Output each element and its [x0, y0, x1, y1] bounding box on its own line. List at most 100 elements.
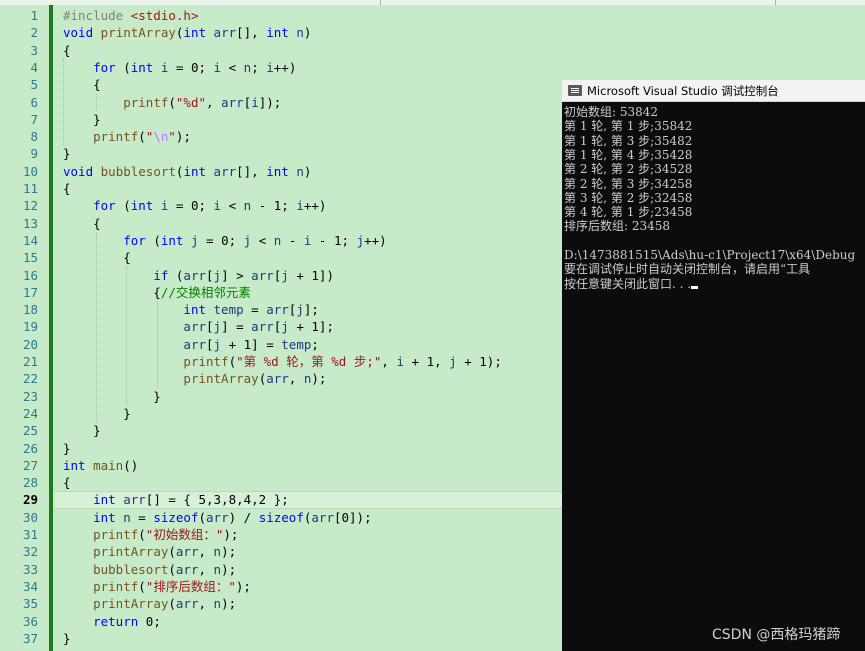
code-token: printArray	[93, 544, 169, 560]
code-token: (	[228, 354, 237, 369]
code-line[interactable]: printArray(arr, n);	[63, 595, 236, 612]
indent-guide	[156, 301, 158, 388]
code-line[interactable]: printf("初始数组：");	[63, 526, 238, 543]
line-number: 5	[30, 77, 38, 93]
code-token: (	[168, 596, 176, 612]
code-line[interactable]: void bubblesort(int arr[], int n)	[63, 163, 311, 180]
code-line[interactable]: int n = sizeof(arr) / sizeof(arr[0]);	[63, 509, 372, 526]
code-token: ) /	[228, 509, 259, 525]
code-line[interactable]: }	[63, 422, 101, 439]
code-token: n	[213, 561, 222, 577]
code-line[interactable]: {//交换相邻元素	[63, 284, 251, 301]
code-line[interactable]: for (int j = 0; j < n - i - 1; j++)	[63, 232, 387, 249]
code-line[interactable]: {	[63, 42, 71, 59]
line-number: 17	[22, 284, 38, 300]
code-line[interactable]: }	[63, 111, 101, 128]
code-token: n	[296, 163, 304, 179]
code-line[interactable]: for (int i = 0; i < n; i++)	[63, 59, 296, 76]
code-line[interactable]: #include <stdio.h>	[63, 7, 198, 24]
code-token: "%d"	[175, 94, 207, 110]
code-token: printf	[123, 94, 169, 110]
line-number: 13	[22, 215, 38, 231]
code-token: ]);	[258, 94, 282, 110]
code-text-area[interactable]: #include <stdio.h> void printArray(int ar…	[55, 5, 562, 651]
code-line[interactable]: }	[63, 145, 71, 162]
debug-console-window[interactable]: Microsoft Visual Studio 调试控制台 初始数组: 5384…	[562, 80, 865, 651]
code-token: + 1);	[456, 354, 502, 369]
console-line-text: 第 2 轮, 第 2 步;34528	[564, 162, 693, 177]
code-token: arr	[175, 561, 199, 577]
code-token: );	[221, 544, 237, 560]
code-token: )	[303, 25, 312, 41]
code-token: =	[130, 509, 154, 525]
code-line[interactable]: int main()	[63, 457, 138, 474]
code-line[interactable]: int temp = arr[j];	[63, 301, 319, 318]
code-token: (	[168, 94, 176, 110]
code-token: printf	[93, 129, 139, 145]
code-token: arr	[206, 509, 229, 525]
code-line[interactable]: for (int i = 0; i < n - 1; i++)	[63, 197, 326, 214]
console-title-bar[interactable]: Microsoft Visual Studio 调试控制台	[562, 80, 865, 102]
code-line[interactable]: printf("\n");	[63, 128, 191, 145]
code-token: ,	[381, 354, 397, 369]
code-token: ] >	[221, 267, 252, 283]
code-line[interactable]: void printArray(int arr[], int n)	[63, 24, 311, 41]
code-token: (	[168, 544, 176, 560]
code-token: {	[63, 215, 101, 231]
console-line-text: 要在调试停止时自动关闭控制台，请启用“工具	[564, 262, 811, 277]
code-token: arr	[183, 319, 206, 335]
code-line[interactable]: arr[j] = arr[j + 1];	[63, 318, 334, 335]
code-token: bubblesort	[100, 163, 176, 179]
code-line[interactable]: if (arr[j] > arr[j + 1])	[63, 267, 334, 284]
line-number: 26	[22, 440, 38, 456]
code-token: arr	[251, 319, 274, 335]
line-number: 1	[30, 8, 38, 23]
code-token: {	[63, 475, 71, 491]
line-number: 37	[22, 630, 38, 646]
line-number: 9	[30, 146, 38, 162]
code-token: arr	[266, 371, 289, 387]
code-line[interactable]: {	[63, 76, 101, 93]
code-line[interactable]: printArray(arr, n);	[63, 370, 326, 387]
code-line[interactable]: {	[63, 180, 71, 197]
code-token: <	[251, 232, 274, 248]
console-line-text: 第 1 轮, 第 4 步;35428	[564, 147, 693, 162]
line-number: 18	[22, 302, 38, 318]
code-line[interactable]: return 0;	[63, 613, 161, 630]
code-token: }	[63, 440, 71, 456]
code-line[interactable]: {	[63, 215, 101, 232]
code-token: <	[221, 59, 244, 75]
code-token: );	[221, 596, 237, 612]
line-number: 25	[22, 423, 38, 439]
code-token: + 1,	[404, 354, 450, 369]
console-title: Microsoft Visual Studio 调试控制台	[587, 84, 779, 98]
code-line[interactable]: arr[j + 1] = temp;	[63, 336, 319, 353]
code-line[interactable]: bubblesort(arr, n);	[63, 561, 236, 578]
code-token: {	[63, 77, 101, 93]
code-token: i	[296, 198, 304, 214]
code-token: ++)	[364, 232, 387, 248]
code-line[interactable]: }	[63, 440, 71, 457]
code-line[interactable]: printf("第 %d 轮，第 %d 步;", i + 1, j + 1);	[63, 353, 502, 370]
code-token: i	[396, 354, 404, 369]
code-token: (	[138, 527, 146, 542]
code-token: + 1] =	[221, 336, 282, 352]
code-token: "初始数组："	[145, 527, 224, 542]
code-line[interactable]: printArray(arr, n);	[63, 543, 236, 560]
code-line[interactable]: }	[63, 630, 71, 647]
code-token: [],	[236, 25, 267, 41]
code-line[interactable]: {	[63, 474, 71, 491]
code-token: ++)	[273, 59, 297, 75]
code-line[interactable]: printf("排序后数组：");	[63, 578, 251, 595]
code-line[interactable]: int arr[] = { 5,3,8,4,2 };	[63, 491, 289, 508]
line-number: 12	[22, 198, 38, 214]
code-token: arr	[266, 302, 289, 318]
code-token: void	[63, 163, 101, 179]
code-editor[interactable]: 1 2 3 4 5 6 7 8 9 10 11 12 13 14 15 16 17 18 19 20 21 22 23 24 2…	[0, 5, 562, 651]
code-line[interactable]: }	[63, 388, 161, 405]
console-cursor	[691, 285, 699, 289]
